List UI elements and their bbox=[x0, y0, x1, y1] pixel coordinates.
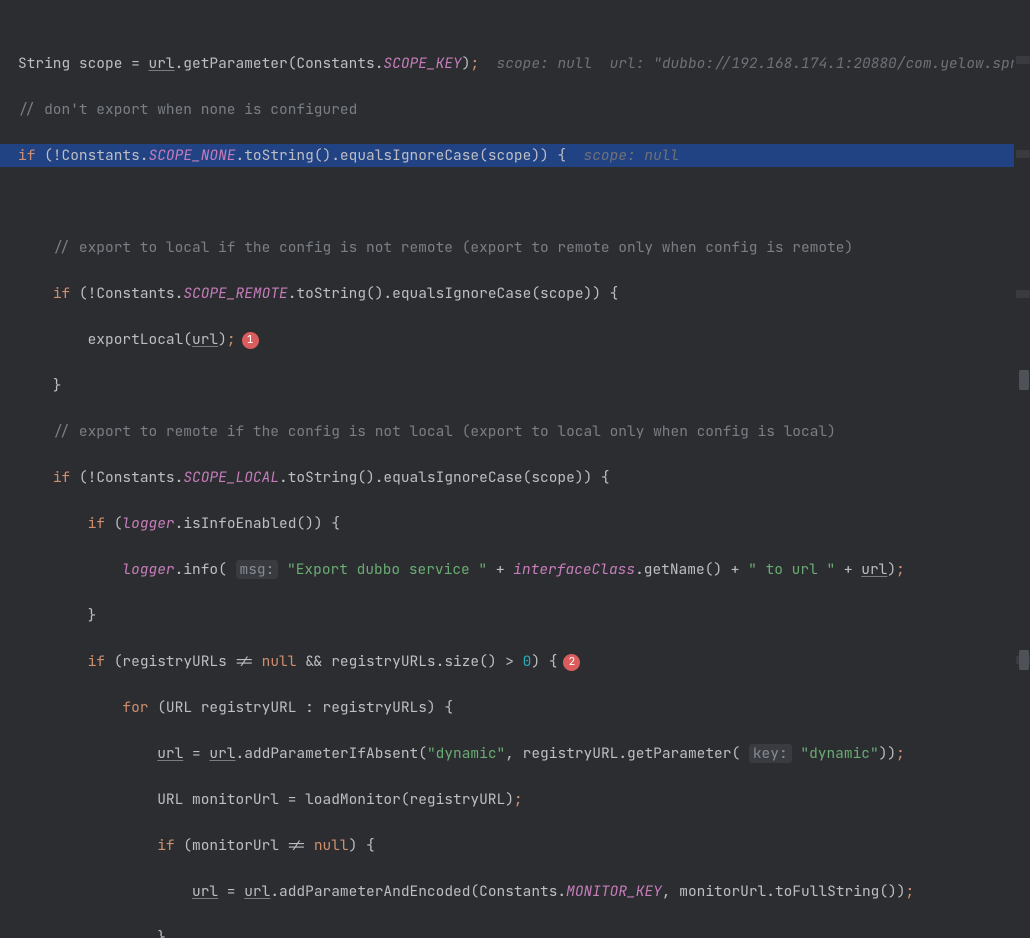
code-line[interactable]: if (registryURLs != null && registryURLs… bbox=[18, 650, 1014, 673]
code-line[interactable]: URL monitorUrl = loadMonitor(registryURL… bbox=[18, 788, 1014, 811]
scrollbar-thumb[interactable] bbox=[1019, 650, 1029, 670]
error-stripe[interactable] bbox=[1016, 0, 1030, 938]
code-line[interactable]: // export to remote if the config is not… bbox=[18, 420, 1014, 443]
code-line-highlighted[interactable]: if (!Constants.SCOPE_NONE.toString().equ… bbox=[0, 144, 1014, 167]
code-line[interactable]: if (logger.isInfoEnabled()) { bbox=[18, 512, 1014, 535]
code-line[interactable]: exportLocal(url);1 bbox=[18, 328, 1014, 351]
param-hint: msg: bbox=[236, 560, 279, 579]
inline-hint: scope: null bbox=[566, 146, 679, 165]
inline-hint: scope: null url: "dubbo://192.168.174.1:… bbox=[479, 54, 1014, 73]
code-editor[interactable]: String scope = url.getParameter(Constant… bbox=[0, 0, 1030, 938]
scrollbar-thumb[interactable] bbox=[1019, 370, 1029, 390]
code-area[interactable]: String scope = url.getParameter(Constant… bbox=[0, 0, 1014, 938]
code-line[interactable]: // export to local if the config is not … bbox=[18, 236, 1014, 259]
breakpoint-badge[interactable]: 2 bbox=[563, 654, 580, 671]
code-line[interactable]: url = url.addParameterIfAbsent("dynamic"… bbox=[18, 742, 1014, 765]
stripe-mark[interactable] bbox=[1016, 56, 1030, 64]
stripe-mark[interactable] bbox=[1016, 150, 1030, 158]
param-hint: key: bbox=[749, 744, 792, 763]
code-line[interactable]: } bbox=[18, 604, 1014, 627]
code-line[interactable]: if (monitorUrl != null) { bbox=[18, 834, 1014, 857]
code-line[interactable]: for (URL registryURL : registryURLs) { bbox=[18, 696, 1014, 719]
code-line[interactable]: url = url.addParameterAndEncoded(Constan… bbox=[18, 880, 1014, 903]
code-line[interactable] bbox=[18, 190, 1014, 213]
code-line[interactable]: if (!Constants.SCOPE_REMOTE.toString().e… bbox=[18, 282, 1014, 305]
breakpoint-badge[interactable]: 1 bbox=[242, 332, 259, 349]
code-line[interactable]: } bbox=[18, 926, 1014, 938]
stripe-mark[interactable] bbox=[1016, 290, 1030, 298]
code-line[interactable]: logger.info( msg: "Export dubbo service … bbox=[18, 558, 1014, 581]
code-line[interactable]: // don't export when none is configured bbox=[18, 98, 1014, 121]
code-line[interactable]: String scope = url.getParameter(Constant… bbox=[18, 52, 1014, 75]
code-line[interactable]: if (!Constants.SCOPE_LOCAL.toString().eq… bbox=[18, 466, 1014, 489]
code-line[interactable]: } bbox=[18, 374, 1014, 397]
